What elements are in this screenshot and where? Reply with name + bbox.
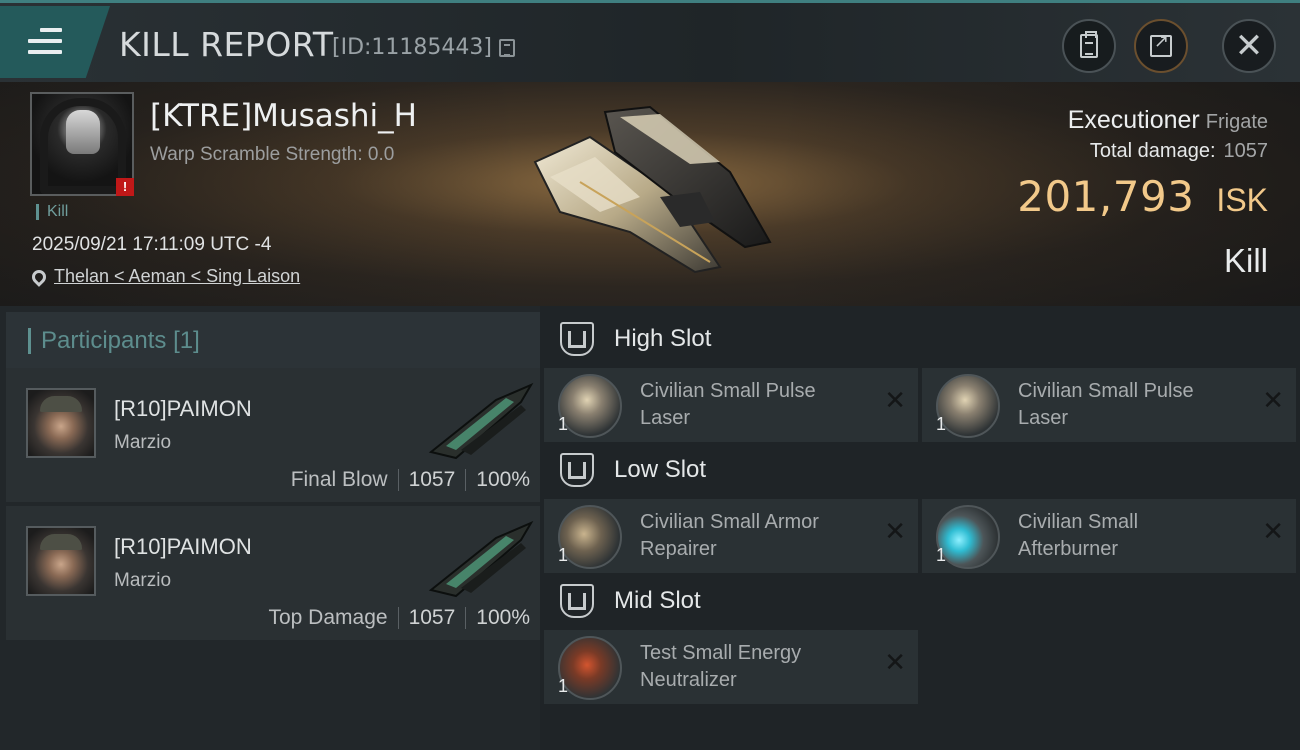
victim-avatar[interactable]: ! <box>30 92 134 196</box>
alert-icon: ! <box>116 178 134 196</box>
victim-ship[interactable]: Executioner Frigate <box>1068 106 1268 135</box>
warp-scramble-strength: Warp Scramble Strength: 0.0 <box>150 144 395 165</box>
module-name: Civilian Small Pulse Laser <box>1018 380 1194 429</box>
ship-class: Frigate <box>1205 111 1268 133</box>
module-item[interactable]: 1 Civilian Small Afterburner ✕ <box>922 499 1296 573</box>
kill-location[interactable]: Thelan < Aeman < Sing Laison <box>29 266 300 287</box>
participant-avatar[interactable] <box>26 526 96 596</box>
share-button[interactable] <box>1134 19 1188 73</box>
low-slot-header: Low Slot <box>560 453 706 487</box>
kill-datetime: 2025/09/21 17:11:09 UTC -4 <box>32 234 272 255</box>
clipboard-button[interactable] <box>1062 19 1116 73</box>
participant-ship: Marzio <box>114 570 172 591</box>
hamburger-menu-icon <box>28 28 62 56</box>
participant-stats: Final Blow 1057 100% <box>291 468 530 492</box>
participants-title: Participants <box>41 327 167 354</box>
mid-slot-icon <box>560 584 594 618</box>
remove-icon[interactable]: ✕ <box>1262 388 1284 414</box>
fitting-panel: High Slot 1 Civilian Small Pulse Laser ✕… <box>540 306 1300 750</box>
module-item[interactable]: 1 Test Small Energy Neutralizer ✕ <box>544 630 918 704</box>
participant-name: [R10]PAIMON <box>114 534 252 559</box>
isk-unit: ISK <box>1216 182 1268 218</box>
participant-percent: 100% <box>476 468 530 491</box>
high-slot-header: High Slot <box>560 322 711 356</box>
outcome-label: Kill <box>1223 242 1268 279</box>
module-name: Civilian Small Armor Repairer <box>640 511 819 560</box>
participant-ship-image <box>428 520 534 598</box>
victim-summary: ! [KTRE]Musashi_H Warp Scramble Strength… <box>0 82 1300 306</box>
close-icon: ✕ <box>1234 26 1264 66</box>
header-bar: KILL REPORT [ID:11185443] ✕ <box>0 0 1300 82</box>
participant-label: Final Blow <box>290 468 388 491</box>
module-item[interactable]: 1 Civilian Small Armor Repairer ✕ <box>544 499 918 573</box>
module-name: Civilian Small Pulse Laser <box>640 380 816 429</box>
module-quantity: 1 <box>936 414 947 434</box>
mid-slot-header: Mid Slot <box>560 584 701 618</box>
location-link[interactable]: Thelan < Aeman < Sing Laison <box>54 266 300 287</box>
close-button[interactable]: ✕ <box>1222 19 1276 73</box>
remove-icon[interactable]: ✕ <box>884 650 906 676</box>
remove-icon[interactable]: ✕ <box>1262 519 1284 545</box>
remove-icon[interactable]: ✕ <box>884 519 906 545</box>
participant-row[interactable]: [R10]PAIMON Marzio Final Blow 1057 100% <box>6 368 540 502</box>
participants-header: Participants [1] <box>6 312 540 368</box>
module-item[interactable]: 1 Civilian Small Pulse Laser ✕ <box>922 368 1296 442</box>
participants-panel: Participants [1] [R10]PAIMON Marzio Fina… <box>0 306 540 750</box>
module-name: Test Small Energy Neutralizer <box>640 642 802 691</box>
location-pin-icon <box>29 266 49 287</box>
low-slot-icon <box>560 453 594 487</box>
remove-icon[interactable]: ✕ <box>884 388 906 414</box>
total-damage-value: 1057 <box>1223 140 1269 162</box>
module-quantity: 1 <box>558 676 569 696</box>
participant-row[interactable]: [R10]PAIMON Marzio Top Damage 1057 100% <box>6 506 540 640</box>
page-title: KILL REPORT <box>119 25 334 64</box>
module-name: Civilian Small Afterburner <box>1018 511 1139 560</box>
isk-amount: 201,793 <box>1017 172 1195 221</box>
share-icon <box>1150 31 1172 57</box>
kill-tag: Kill <box>36 204 68 220</box>
module-quantity: 1 <box>936 545 947 565</box>
participant-ship: Marzio <box>114 432 172 453</box>
participants-count: [1] <box>173 327 200 354</box>
module-quantity: 1 <box>558 545 569 565</box>
participant-percent: 100% <box>476 606 530 629</box>
high-slot-icon <box>560 322 594 356</box>
isk-value: 201,793 ISK <box>1017 172 1268 221</box>
module-quantity: 1 <box>558 414 569 434</box>
participant-damage: 1057 <box>408 468 456 491</box>
menu-button[interactable] <box>0 6 110 78</box>
participant-label: Top Damage <box>268 606 388 629</box>
copy-id-icon[interactable] <box>499 39 515 57</box>
module-item[interactable]: 1 Civilian Small Pulse Laser ✕ <box>544 368 918 442</box>
kill-report-id: [ID:11185443] <box>332 35 492 60</box>
victim-ship-image <box>533 105 772 274</box>
participant-avatar[interactable] <box>26 388 96 458</box>
participant-stats: Top Damage 1057 100% <box>268 606 530 630</box>
participant-ship-image <box>428 382 534 460</box>
clipboard-icon <box>1080 31 1098 58</box>
total-damage: Total damage: 1057 <box>1089 140 1269 162</box>
participant-damage: 1057 <box>408 606 456 629</box>
participant-name: [R10]PAIMON <box>114 396 252 421</box>
victim-name[interactable]: [KTRE]Musashi_H <box>150 98 417 134</box>
